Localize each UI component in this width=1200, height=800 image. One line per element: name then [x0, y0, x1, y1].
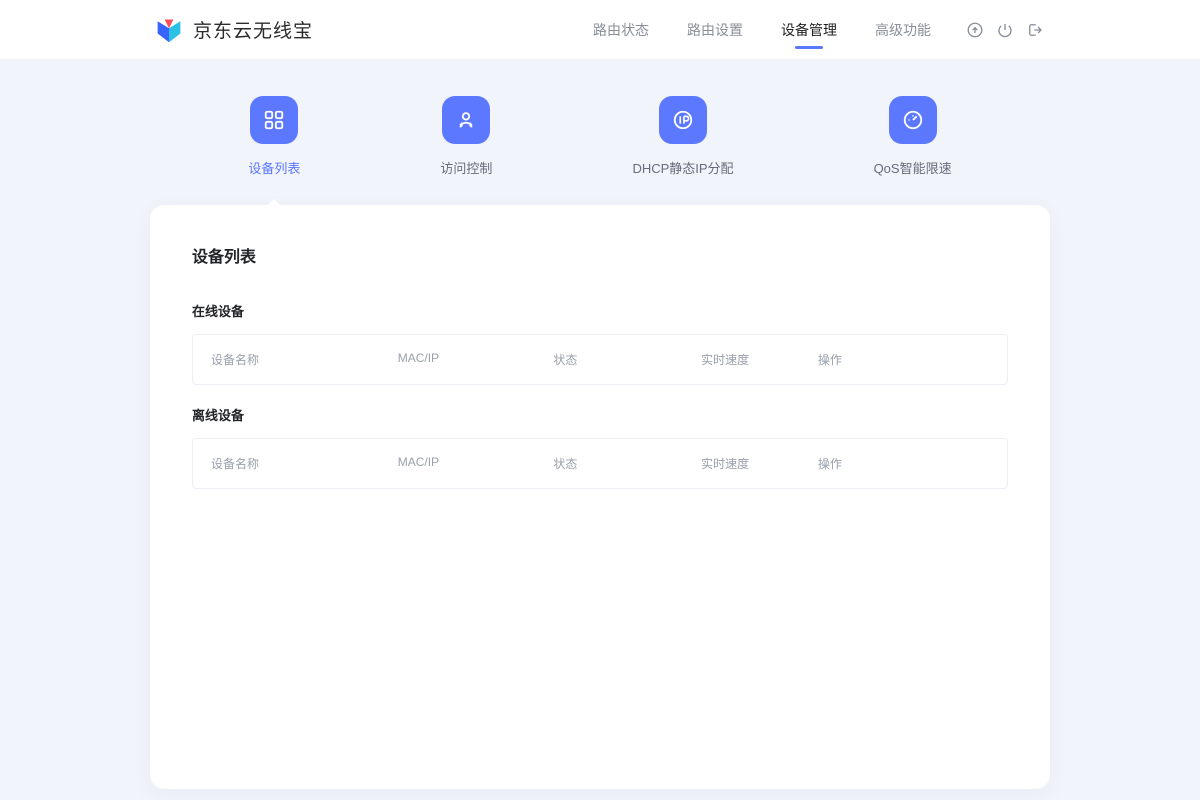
col-mac-ip: MAC/IP [398, 455, 554, 472]
subtab-label: 访问控制 [440, 158, 492, 177]
section-offline-title: 离线设备 [192, 405, 1008, 424]
offline-devices-table: 设备名称 MAC/IP 状态 实时速度 操作 [192, 438, 1008, 489]
subtab-device-list[interactable]: 设备列表 [248, 96, 300, 177]
gauge-icon [889, 96, 937, 144]
subtab-qos[interactable]: QoS智能限速 [874, 96, 952, 177]
subtab-bar: 设备列表 访问控制 DHCP静态IP分配 QoS智能限速 [0, 60, 1200, 205]
section-online-title: 在线设备 [192, 301, 1008, 320]
nav-route-settings[interactable]: 路由设置 [687, 1, 743, 59]
col-mac-ip: MAC/IP [398, 351, 554, 368]
logout-icon[interactable] [1025, 20, 1045, 40]
col-status: 状态 [553, 351, 701, 368]
ip-icon [659, 96, 707, 144]
main-nav: 路由状态 路由设置 设备管理 高级功能 [593, 1, 931, 59]
power-icon[interactable] [995, 20, 1015, 40]
subtab-label: 设备列表 [248, 158, 300, 177]
col-device-name: 设备名称 [211, 351, 398, 368]
table-header-row: 设备名称 MAC/IP 状态 实时速度 操作 [193, 335, 1007, 384]
col-actions: 操作 [818, 351, 989, 368]
user-swap-icon [442, 96, 490, 144]
nav-device-management[interactable]: 设备管理 [781, 1, 837, 59]
col-speed: 实时速度 [701, 455, 818, 472]
upgrade-icon[interactable] [965, 20, 985, 40]
online-devices-table: 设备名称 MAC/IP 状态 实时速度 操作 [192, 334, 1008, 385]
col-speed: 实时速度 [701, 351, 818, 368]
subtab-label: QoS智能限速 [874, 158, 952, 177]
col-status: 状态 [553, 455, 701, 472]
app-header: 京东云无线宝 路由状态 路由设置 设备管理 高级功能 [0, 0, 1200, 60]
col-actions: 操作 [818, 455, 989, 472]
panel-title: 设备列表 [192, 243, 1008, 267]
subtab-access-control[interactable]: 访问控制 [440, 96, 492, 177]
brand-name: 京东云无线宝 [193, 16, 313, 43]
grid-icon [250, 96, 298, 144]
brand-logo: 京东云无线宝 [155, 16, 313, 44]
subtab-label: DHCP静态IP分配 [632, 158, 733, 177]
content-panel: 设备列表 在线设备 设备名称 MAC/IP 状态 实时速度 操作 离线设备 设备… [150, 205, 1050, 789]
nav-advanced[interactable]: 高级功能 [875, 1, 931, 59]
nav-route-status[interactable]: 路由状态 [593, 1, 649, 59]
subtab-dhcp-static-ip[interactable]: DHCP静态IP分配 [632, 96, 733, 177]
col-device-name: 设备名称 [211, 455, 398, 472]
logo-icon [155, 16, 183, 44]
table-header-row: 设备名称 MAC/IP 状态 实时速度 操作 [193, 439, 1007, 488]
header-actions [965, 20, 1045, 40]
